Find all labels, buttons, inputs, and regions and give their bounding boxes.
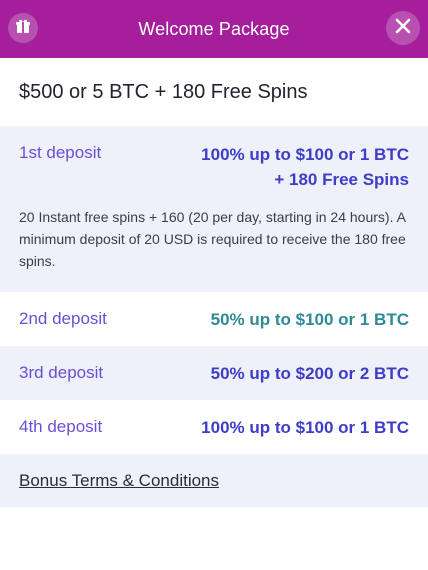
header-bar: Welcome Package: [0, 0, 428, 58]
close-button[interactable]: [386, 11, 420, 45]
deposit-label: 2nd deposit: [19, 309, 107, 328]
deposit-label: 3rd deposit: [19, 363, 104, 382]
gift-icon: [15, 18, 31, 39]
bonus-terms-link[interactable]: Bonus Terms & Conditions: [19, 471, 219, 491]
deposit-bonus-line1: 100% up to $100 or 1 BTC: [201, 145, 409, 164]
close-icon: [394, 17, 412, 40]
deposit-bonus-value: 50% up to $100 or 1 BTC: [210, 309, 409, 329]
terms-row: Bonus Terms & Conditions: [0, 454, 428, 507]
deposit-bonus-value: 100% up to $100 or 1 BTC: [201, 417, 409, 437]
deposit-row-4: 4th deposit 100% up to $100 or 1 BTC: [0, 400, 428, 454]
deposit-bonus-value: 100% up to $100 or 1 BTC + 180 Free Spin…: [201, 142, 409, 192]
deposit-row-3: 3rd deposit 50% up to $200 or 2 BTC: [0, 346, 428, 400]
header-title: Welcome Package: [138, 18, 290, 39]
deposit-description: 20 Instant free spins + 160 (20 per day,…: [19, 209, 406, 269]
package-headline: $500 or 5 BTC + 180 Free Spins: [0, 58, 428, 126]
deposit-bonus-value: 50% up to $200 or 2 BTC: [210, 363, 409, 383]
welcome-package-panel: Welcome Package $500 or 5 BTC + 180 Free…: [0, 0, 428, 570]
deposit-label: 4th deposit: [19, 417, 103, 436]
deposit-label: 1st deposit: [19, 143, 102, 162]
deposit-row-2: 2nd deposit 50% up to $100 or 1 BTC: [0, 292, 428, 346]
deposit-bonus-line2: + 180 Free Spins: [274, 170, 409, 189]
gift-button[interactable]: [8, 13, 38, 43]
deposit-row-1: 1st deposit 100% up to $100 or 1 BTC + 1…: [0, 126, 428, 292]
